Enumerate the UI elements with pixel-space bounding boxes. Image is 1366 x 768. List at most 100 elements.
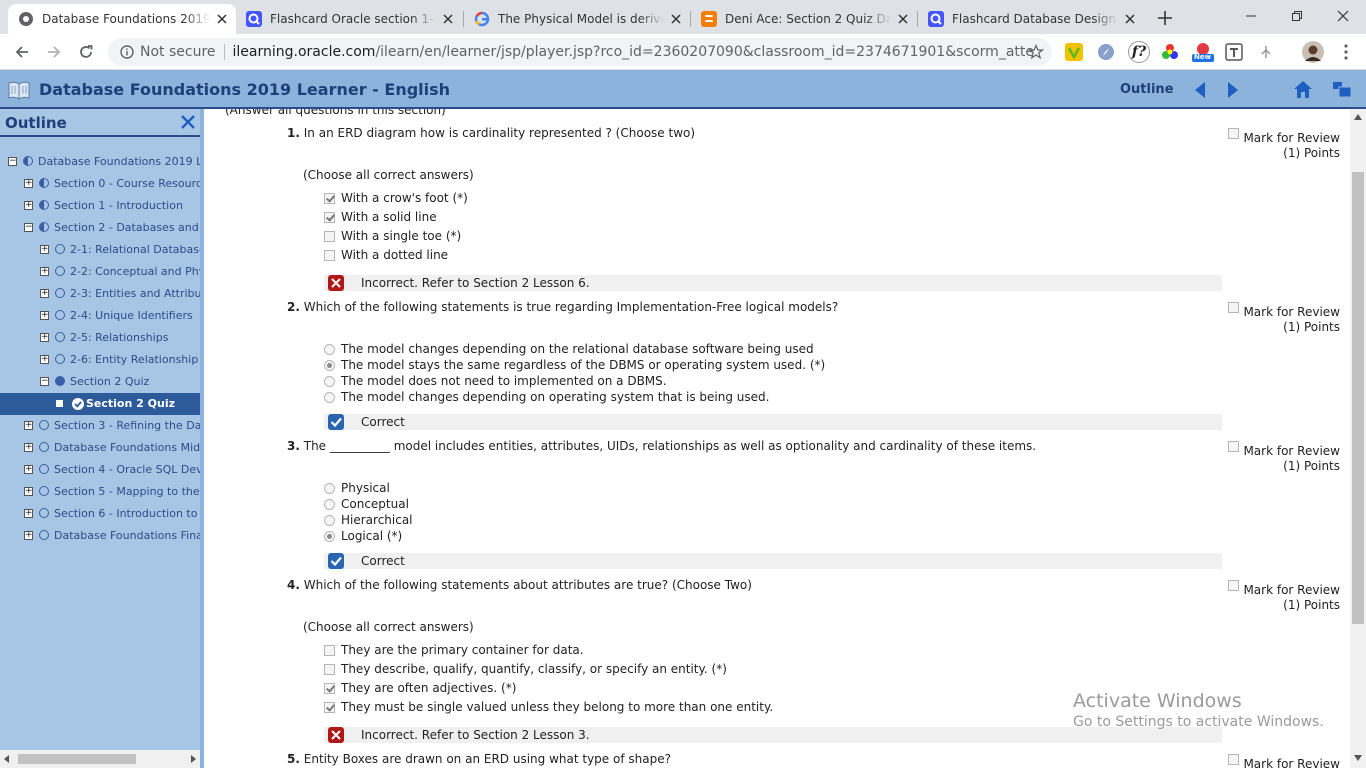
browser-tab[interactable]: Flashcard Database Design Sec	[918, 4, 1144, 34]
mark-review-checkbox[interactable]	[1228, 302, 1239, 313]
radio-button[interactable]	[324, 514, 335, 526]
outline-item[interactable]: + Section 3 - Refining the Data Model	[0, 415, 200, 437]
scroll-left-icon[interactable]	[4, 755, 10, 763]
answer-option[interactable]: Conceptual	[324, 497, 409, 511]
content-vertical-scrollbar[interactable]	[1350, 109, 1366, 768]
scroll-down-icon[interactable]	[1354, 755, 1362, 761]
checkbox[interactable]	[324, 644, 335, 656]
compass-extension-icon[interactable]	[1096, 42, 1116, 62]
answer-option[interactable]: The model changes depending on operating…	[324, 390, 769, 404]
outline-item[interactable]: + 2-1: Relational Databases	[0, 239, 200, 261]
expand-icon[interactable]: +	[40, 267, 49, 276]
previous-arrow-icon[interactable]	[1193, 81, 1207, 99]
minimize-icon[interactable]	[1228, 0, 1274, 32]
tab-extension-icon[interactable]	[1224, 42, 1244, 62]
new-tab-plus-icon[interactable]	[1154, 7, 1176, 29]
checkbox-checked[interactable]	[324, 701, 335, 713]
outline-item[interactable]: + Database Foundations Final Exam	[0, 525, 200, 547]
outline-item[interactable]: + 2-6: Entity Relationship Modeling	[0, 349, 200, 371]
checkbox[interactable]	[324, 230, 335, 242]
answer-option[interactable]: With a crow's foot (*)	[324, 191, 468, 205]
browser-tab[interactable]: Flashcard Oracle section 1-3 , S	[236, 4, 462, 34]
mark-for-review[interactable]: Mark for Review	[1228, 754, 1340, 768]
expand-icon[interactable]: +	[24, 443, 33, 452]
mark-review-checkbox[interactable]	[1228, 580, 1239, 591]
address-bar[interactable]: Not secure ilearning.oracle.com/ilearn/e…	[108, 38, 1052, 66]
collapse-icon[interactable]: −	[24, 223, 33, 232]
tab-close-icon[interactable]	[668, 11, 684, 27]
outline-item[interactable]: + Section 4 - Oracle SQL Developer Data …	[0, 459, 200, 481]
answer-option[interactable]: They must be single valued unless they b…	[324, 700, 773, 714]
scroll-up-icon[interactable]	[1354, 114, 1362, 120]
outline-item[interactable]: + 2-3: Entities and Attributes	[0, 283, 200, 305]
expand-icon[interactable]: +	[24, 531, 33, 540]
expand-icon[interactable]: +	[24, 421, 33, 430]
outline-link[interactable]: Outline	[1120, 82, 1174, 97]
answer-option[interactable]: They describe, qualify, quantify, classi…	[324, 662, 727, 676]
answer-option[interactable]: With a solid line	[324, 210, 437, 224]
checkbox-checked[interactable]	[324, 682, 335, 694]
answer-option[interactable]: Logical (*)	[324, 529, 402, 543]
radio-button-selected[interactable]	[324, 530, 335, 542]
star-bookmark-icon[interactable]	[1028, 44, 1044, 60]
expand-icon[interactable]: +	[24, 179, 33, 188]
outline-item[interactable]: − Database Foundations 2019 Learner - En…	[0, 151, 200, 173]
tab-close-icon[interactable]	[440, 11, 456, 27]
radio-button[interactable]	[324, 498, 335, 510]
info-icon[interactable]	[120, 45, 134, 59]
expand-icon[interactable]: +	[40, 311, 49, 320]
expand-icon[interactable]: +	[24, 487, 33, 496]
outline-item[interactable]: + 2-5: Relationships	[0, 327, 200, 349]
forward-arrow-icon[interactable]	[42, 40, 66, 64]
answer-option[interactable]: With a single toe (*)	[324, 229, 461, 243]
mark-for-review[interactable]: Mark for Review (1) Points	[1228, 441, 1340, 473]
radio-button[interactable]	[324, 375, 335, 387]
expand-icon[interactable]: +	[24, 465, 33, 474]
sidebar-horizontal-scrollbar[interactable]	[0, 750, 200, 768]
checkbox[interactable]	[324, 249, 335, 261]
scroll-right-icon[interactable]	[190, 755, 196, 763]
tab-close-icon[interactable]	[1122, 11, 1138, 27]
expand-icon[interactable]: +	[40, 289, 49, 298]
vimeo-extension-icon[interactable]	[1064, 42, 1084, 62]
outline-item[interactable]: + Database Foundations Midterm Exam	[0, 437, 200, 459]
expand-icon[interactable]: +	[24, 509, 33, 518]
radio-button-selected[interactable]	[324, 359, 335, 371]
checkbox-checked[interactable]	[324, 211, 335, 223]
close-sidebar-icon[interactable]	[180, 114, 196, 130]
menu-dots-icon[interactable]	[1336, 42, 1356, 62]
outline-item-selected[interactable]: Section 2 Quiz	[0, 393, 200, 415]
browser-tab-active[interactable]: Database Foundations 2019 Le	[8, 4, 236, 34]
reload-icon[interactable]	[74, 40, 98, 64]
outline-item[interactable]: − Section 2 Quiz	[0, 371, 200, 393]
answer-option[interactable]: They are often adjectives. (*)	[324, 681, 516, 695]
tab-close-icon[interactable]	[214, 11, 230, 27]
outline-item[interactable]: + Section 1 - Introduction	[0, 195, 200, 217]
browser-tab[interactable]: The Physical Model is derived f	[464, 4, 690, 34]
outline-item[interactable]: + Section 0 - Course Resources	[0, 173, 200, 195]
window-close-icon[interactable]	[1320, 0, 1366, 32]
mark-for-review[interactable]: Mark for Review (1) Points	[1228, 128, 1340, 160]
collapse-icon[interactable]: −	[8, 157, 17, 166]
mark-review-checkbox[interactable]	[1228, 754, 1239, 765]
profile-avatar[interactable]	[1302, 41, 1324, 63]
home-icon[interactable]	[1293, 80, 1313, 99]
scroll-thumb[interactable]	[18, 754, 136, 764]
mark-review-checkbox[interactable]	[1228, 441, 1239, 452]
mark-for-review[interactable]: Mark for Review (1) Points	[1228, 580, 1340, 612]
maximize-icon[interactable]	[1274, 0, 1320, 32]
expand-icon[interactable]: +	[40, 355, 49, 364]
expand-icon[interactable]: +	[24, 201, 33, 210]
outline-item[interactable]: + Section 5 - Mapping to the Physical Mo…	[0, 481, 200, 503]
answer-option[interactable]: The model does not need to implemented o…	[324, 374, 667, 388]
answer-option[interactable]: The model changes depending on the relat…	[324, 342, 814, 356]
expand-icon[interactable]: +	[40, 333, 49, 342]
collapse-icon[interactable]: −	[40, 377, 49, 386]
outline-item[interactable]: + Section 6 - Introduction to SQL	[0, 503, 200, 525]
tree-extension-icon[interactable]	[1256, 42, 1276, 62]
window-layout-icon[interactable]	[1332, 81, 1352, 98]
mark-review-checkbox[interactable]	[1228, 128, 1239, 139]
formula-extension-icon[interactable]: f?	[1128, 41, 1150, 63]
outline-item[interactable]: − Section 2 - Databases and Data Modelin…	[0, 217, 200, 239]
answer-option[interactable]: Hierarchical	[324, 513, 413, 527]
